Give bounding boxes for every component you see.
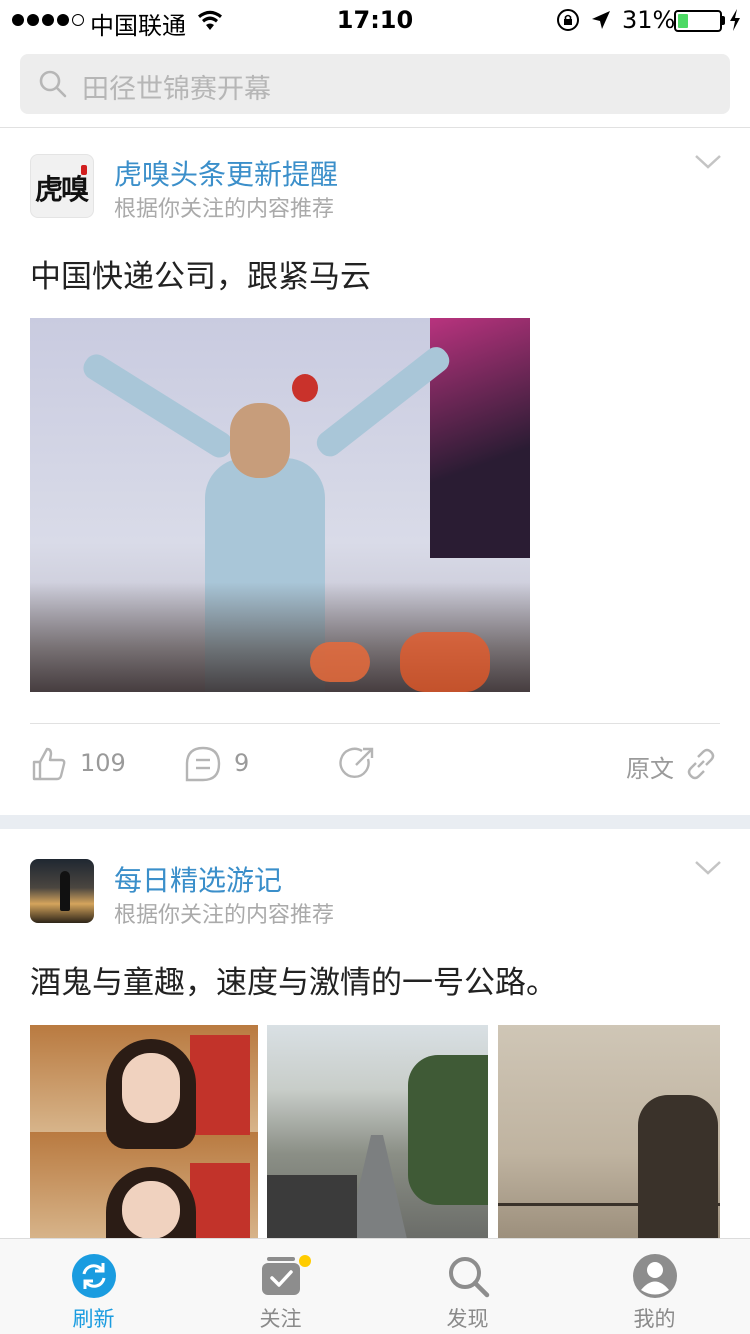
share-icon[interactable]: [338, 745, 376, 783]
source-name[interactable]: 虎嗅头条更新提醒: [114, 153, 338, 193]
battery-icon: [674, 10, 722, 32]
tab-discover[interactable]: 发现: [374, 1239, 561, 1334]
recommend-reason: 根据你关注的内容推荐: [114, 197, 335, 222]
search-input[interactable]: 田径世锦赛开幕: [20, 54, 730, 114]
article-title[interactable]: 酒鬼与童趣，速度与激情的一号公路。: [30, 957, 557, 1002]
tab-refresh[interactable]: 刷新: [0, 1239, 187, 1334]
search-icon: [39, 70, 67, 98]
tab-label: 刷新: [72, 1307, 115, 1331]
chevron-down-icon[interactable]: [694, 153, 722, 171]
tab-label: 关注: [259, 1307, 302, 1331]
status-bar: 中国联通 17:10 31%: [0, 0, 750, 40]
source-name[interactable]: 每日精选游记: [114, 859, 282, 899]
comment-count: 9: [234, 749, 250, 777]
article-title[interactable]: 中国快递公司，跟紧马云: [30, 251, 371, 296]
article-thumbnail[interactable]: [498, 1025, 720, 1239]
search-bar: 田径世锦赛开幕: [0, 40, 750, 128]
tab-bar: 刷新 关注 发现 我的: [0, 1238, 750, 1334]
refresh-icon: [72, 1254, 116, 1298]
tab-profile[interactable]: 我的: [561, 1239, 748, 1334]
link-icon[interactable]: [682, 745, 720, 783]
follow-icon: [262, 1257, 300, 1295]
search-placeholder: 田径世锦赛开幕: [82, 74, 271, 105]
battery-nub: [722, 16, 725, 25]
avatar-logo-text: 虎嗅: [35, 173, 89, 206]
action-bar: 109 9 原文: [0, 741, 750, 791]
charging-bolt-icon: [730, 9, 740, 31]
location-arrow-icon: [592, 11, 610, 29]
source-avatar[interactable]: [30, 859, 94, 923]
source-avatar[interactable]: 虎嗅: [30, 154, 94, 218]
chevron-down-icon[interactable]: [694, 859, 722, 877]
feed-card[interactable]: 虎嗅 虎嗅头条更新提醒 根据你关注的内容推荐 中国快递公司，跟紧马云 109 9: [0, 129, 750, 815]
profile-icon: [633, 1254, 677, 1298]
card-separator: [0, 815, 750, 829]
article-thumbnail[interactable]: [30, 1025, 258, 1239]
comment-icon[interactable]: [184, 745, 222, 783]
notification-badge: [299, 1255, 311, 1267]
rotation-lock-icon: [557, 9, 579, 31]
tab-follow[interactable]: 关注: [187, 1239, 374, 1334]
like-count: 109: [80, 749, 126, 777]
thumbs-up-icon[interactable]: [30, 745, 68, 783]
article-image[interactable]: [30, 318, 530, 692]
original-link-label[interactable]: 原文: [626, 749, 674, 784]
discover-icon: [449, 1257, 490, 1298]
tab-label: 发现: [446, 1307, 489, 1331]
recommend-reason: 根据你关注的内容推荐: [114, 903, 335, 928]
feed-card[interactable]: 每日精选游记 根据你关注的内容推荐 酒鬼与童趣，速度与激情的一号公路。: [0, 829, 750, 1239]
divider: [30, 723, 720, 724]
article-thumbnail[interactable]: [267, 1025, 488, 1239]
battery-percentage: 31%: [622, 6, 676, 34]
tab-label: 我的: [633, 1307, 676, 1331]
